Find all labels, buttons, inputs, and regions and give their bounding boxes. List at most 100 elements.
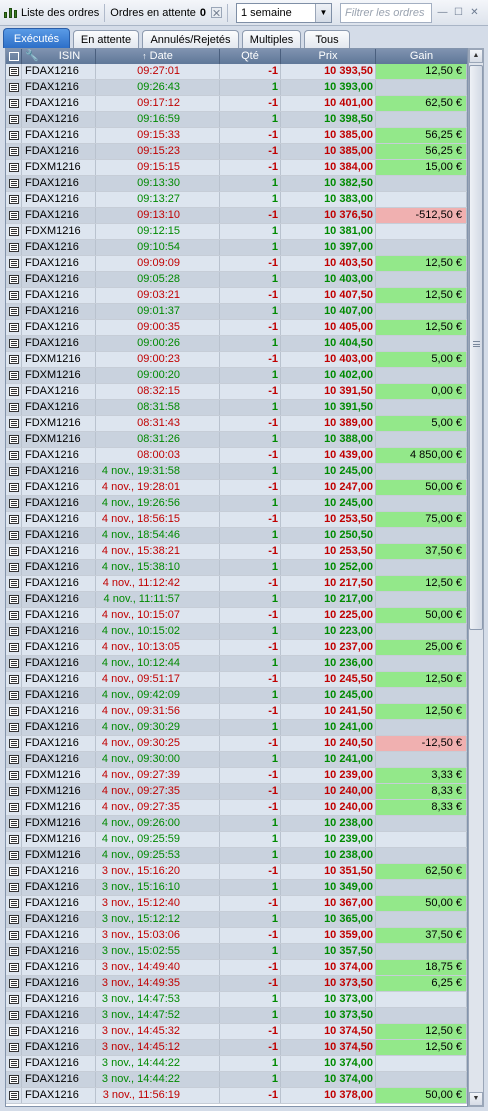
- document-icon[interactable]: [8, 611, 19, 620]
- column-header-price[interactable]: Prix: [281, 49, 376, 64]
- document-icon[interactable]: [8, 835, 19, 844]
- table-row[interactable]: FDAX1216 09:05:28 1 10 403,00: [6, 272, 467, 288]
- column-header-isin[interactable]: 🔧 ISIN: [22, 49, 96, 64]
- table-row[interactable]: FDAX1216 3 nov., 14:45:32 -1 10 374,50 12,50…: [6, 1024, 467, 1040]
- tab-annules-rejetes[interactable]: Annulés/Rejetés: [142, 30, 239, 48]
- document-icon[interactable]: [8, 739, 19, 748]
- table-row[interactable]: FDAX1216 4 nov., 11:12:42 -1 10 217,50 12,50…: [6, 576, 467, 592]
- table-row[interactable]: FDAX1216 09:13:27 1 10 383,00: [6, 192, 467, 208]
- table-row[interactable]: FDXM1216 4 nov., 09:25:53 1 10 238,00: [6, 848, 467, 864]
- table-row[interactable]: FDAX1216 09:17:12 -1 10 401,00 62,50 €: [6, 96, 467, 112]
- column-header-gain[interactable]: Gain: [376, 49, 467, 64]
- document-icon[interactable]: [8, 691, 19, 700]
- document-icon[interactable]: [8, 931, 19, 940]
- document-icon[interactable]: [8, 787, 19, 796]
- document-icon[interactable]: [8, 259, 19, 268]
- document-icon[interactable]: [8, 483, 19, 492]
- document-icon[interactable]: [8, 515, 19, 524]
- tab-en-attente[interactable]: En attente: [73, 30, 139, 48]
- scroll-down-arrow-icon[interactable]: ▼: [469, 1092, 483, 1106]
- table-row[interactable]: FDXM1216 08:31:43 -1 10 389,00 5,00 €: [6, 416, 467, 432]
- table-row[interactable]: FDAX1216 4 nov., 10:13:05 -1 10 237,00 25,00…: [6, 640, 467, 656]
- document-icon[interactable]: [8, 947, 19, 956]
- table-row[interactable]: FDAX1216 4 nov., 10:15:07 -1 10 225,00 50,00…: [6, 608, 467, 624]
- document-icon[interactable]: [8, 803, 19, 812]
- document-icon[interactable]: [8, 163, 19, 172]
- document-icon[interactable]: [8, 211, 19, 220]
- table-row[interactable]: FDAX1216 3 nov., 11:56:19 -1 10 378,00 50,00…: [6, 1088, 467, 1104]
- table-row[interactable]: FDXM1216 4 nov., 09:27:35 -1 10 240,00 8,33 …: [6, 784, 467, 800]
- table-row[interactable]: FDAX1216 3 nov., 15:03:06 -1 10 359,00 37,50…: [6, 928, 467, 944]
- table-row[interactable]: FDAX1216 4 nov., 09:30:00 1 10 241,00: [6, 752, 467, 768]
- maximize-icon[interactable]: ☐: [453, 7, 464, 18]
- table-row[interactable]: FDAX1216 09:13:30 1 10 382,50: [6, 176, 467, 192]
- document-icon[interactable]: [8, 467, 19, 476]
- table-row[interactable]: FDAX1216 09:00:26 1 10 404,50: [6, 336, 467, 352]
- table-row[interactable]: FDAX1216 4 nov., 09:31:56 -1 10 241,50 12,50…: [6, 704, 467, 720]
- table-row[interactable]: FDAX1216 4 nov., 11:11:57 1 10 217,00: [6, 592, 467, 608]
- table-row[interactable]: FDXM1216 09:00:23 -1 10 403,00 5,00 €: [6, 352, 467, 368]
- document-icon[interactable]: [8, 83, 19, 92]
- document-icon[interactable]: [8, 451, 19, 460]
- table-row[interactable]: FDXM1216 4 nov., 09:25:59 1 10 239,00: [6, 832, 467, 848]
- document-icon[interactable]: [8, 899, 19, 908]
- document-icon[interactable]: [8, 387, 19, 396]
- clear-pending-icon[interactable]: [211, 7, 222, 18]
- scroll-up-arrow-icon[interactable]: ▲: [469, 49, 483, 63]
- document-icon[interactable]: [8, 371, 19, 380]
- table-row[interactable]: FDAX1216 3 nov., 14:45:12 -1 10 374,50 12,50…: [6, 1040, 467, 1056]
- table-row[interactable]: FDAX1216 09:09:09 -1 10 403,50 12,50 €: [6, 256, 467, 272]
- document-icon[interactable]: [8, 627, 19, 636]
- document-icon[interactable]: [8, 243, 19, 252]
- document-icon[interactable]: [8, 1027, 19, 1036]
- table-row[interactable]: FDAX1216 4 nov., 19:28:01 -1 10 247,00 50,00…: [6, 480, 467, 496]
- table-row[interactable]: FDAX1216 3 nov., 14:44:22 1 10 374,00: [6, 1072, 467, 1088]
- table-row[interactable]: FDAX1216 09:10:54 1 10 397,00: [6, 240, 467, 256]
- filter-orders-input[interactable]: [340, 2, 432, 23]
- table-row[interactable]: FDAX1216 4 nov., 18:56:15 -1 10 253,50 75,00…: [6, 512, 467, 528]
- document-icon[interactable]: [8, 979, 19, 988]
- document-icon[interactable]: [8, 291, 19, 300]
- scrollbar-thumb[interactable]: [469, 65, 483, 630]
- table-row[interactable]: FDAX1216 3 nov., 15:16:20 -1 10 351,50 62,50…: [6, 864, 467, 880]
- table-row[interactable]: FDXM1216 4 nov., 09:26:00 1 10 238,00: [6, 816, 467, 832]
- table-row[interactable]: FDAX1216 09:15:23 -1 10 385,00 56,25 €: [6, 144, 467, 160]
- table-row[interactable]: FDAX1216 4 nov., 19:31:58 1 10 245,00: [6, 464, 467, 480]
- document-icon[interactable]: [8, 179, 19, 188]
- document-icon[interactable]: [8, 707, 19, 716]
- close-icon[interactable]: ✕: [469, 7, 480, 18]
- document-icon[interactable]: [8, 723, 19, 732]
- document-icon[interactable]: [8, 419, 19, 428]
- table-row[interactable]: FDAX1216 3 nov., 15:16:10 1 10 349,00: [6, 880, 467, 896]
- document-icon[interactable]: [8, 323, 19, 332]
- table-row[interactable]: FDAX1216 09:13:10 -1 10 376,50 -512,50 €: [6, 208, 467, 224]
- document-icon[interactable]: [8, 531, 19, 540]
- document-icon[interactable]: [8, 547, 19, 556]
- tab-tous[interactable]: Tous: [304, 30, 350, 48]
- document-icon[interactable]: [8, 755, 19, 764]
- table-row[interactable]: FDAX1216 09:26:43 1 10 393,00: [6, 80, 467, 96]
- document-icon[interactable]: [8, 275, 19, 284]
- document-icon[interactable]: [8, 1059, 19, 1068]
- table-row[interactable]: FDAX1216 09:15:33 -1 10 385,00 56,25 €: [6, 128, 467, 144]
- document-icon[interactable]: [8, 595, 19, 604]
- document-icon[interactable]: [8, 339, 19, 348]
- document-icon[interactable]: [8, 867, 19, 876]
- document-icon[interactable]: [8, 883, 19, 892]
- table-row[interactable]: FDXM1216 08:31:26 1 10 388,00: [6, 432, 467, 448]
- document-icon[interactable]: [8, 147, 19, 156]
- document-icon[interactable]: [8, 675, 19, 684]
- document-icon[interactable]: [8, 659, 19, 668]
- document-icon[interactable]: [8, 851, 19, 860]
- document-icon[interactable]: [8, 195, 19, 204]
- table-row[interactable]: FDAX1216 4 nov., 09:51:17 -1 10 245,50 12,50…: [6, 672, 467, 688]
- table-row[interactable]: FDAX1216 3 nov., 14:49:35 -1 10 373,50 6,25 …: [6, 976, 467, 992]
- table-row[interactable]: FDAX1216 4 nov., 10:12:44 1 10 236,00: [6, 656, 467, 672]
- minimize-icon[interactable]: —: [437, 7, 448, 18]
- document-icon[interactable]: [8, 435, 19, 444]
- document-icon[interactable]: [8, 995, 19, 1004]
- table-row[interactable]: FDAX1216 3 nov., 14:47:52 1 10 373,50: [6, 1008, 467, 1024]
- column-header-date[interactable]: ↑ Date: [96, 49, 220, 64]
- document-icon[interactable]: [8, 131, 19, 140]
- document-icon[interactable]: [8, 771, 19, 780]
